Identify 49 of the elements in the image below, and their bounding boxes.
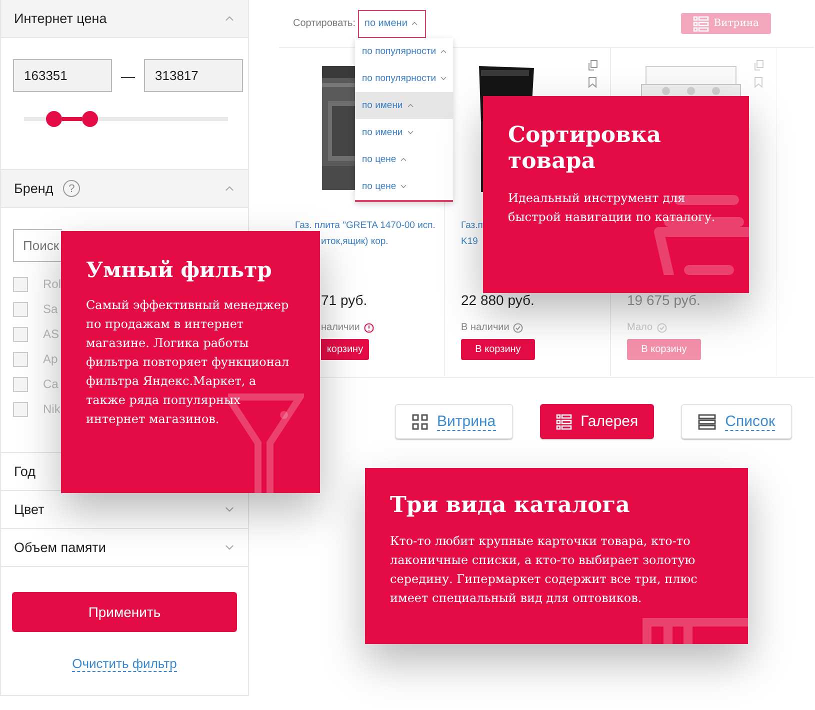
sort-option[interactable]: по имени [355,92,453,119]
range-dash: — [121,68,135,84]
add-to-cart-button[interactable]: корзину [321,339,369,360]
add-to-cart-button[interactable]: В корзину [461,339,535,360]
help-icon[interactable]: ? [63,180,80,197]
promo-text: Кто-то любит крупные карточки товара, кто-то лаконичные списки, а кто-то выбирает золотую середину. Гипермаркет содержит все три, плюс имеет специальный вид для оптовиков. [390,533,698,608]
view-mode-button[interactable]: Галерея [540,404,654,439]
promo-text: Самый эффективный менеджер по продажам в интернет магазине. Логика работы фильтра повторяет функционал фильтра Яндекс.Маркет, а также ряда популярных интернет магазинов. [86,297,290,428]
brand-label: Ca [43,377,58,391]
brand-label: Ap [43,352,58,366]
stock-status: наличии [321,322,360,333]
brand-label: Sa [43,302,58,316]
sort-option[interactable]: по цене [355,146,453,173]
filter-section-header[interactable]: Интернет цена [1,0,248,38]
product-price: 19 675 руб. [627,292,700,308]
promo-title: Три вида каталога [390,492,631,518]
clear-filter-link[interactable]: Очистить фильтр [72,656,177,672]
sort-label: Сортировать: [293,18,356,29]
filter-section-title[interactable]: Цвет [14,502,44,517]
sort-option[interactable]: по цене [355,173,453,200]
promo-title: Сортировка товара [508,122,662,175]
apply-button[interactable]: Применить [12,592,237,632]
filter-section-title[interactable]: Объем памяти [14,540,106,555]
brand-label: AS [43,327,60,341]
filter-section-title: Бренд [14,181,54,196]
brand-label: Nik [43,402,60,416]
sort-option[interactable]: по популярности [355,65,453,92]
add-to-cart-button[interactable]: В корзину [627,339,701,360]
sort-select[interactable]: по имени [358,10,426,38]
sort-option[interactable]: по имени [355,119,453,146]
product-title[interactable]: иток,ящик) кор. [321,234,388,250]
stock-status: В наличии [461,322,510,333]
filter-section-title: Интернет цена [14,11,107,26]
brand-search-field[interactable]: Поиск [13,229,62,262]
min-price-field[interactable]: 163351 [13,59,112,92]
view-mode-button[interactable]: Список [681,404,792,439]
sort-option[interactable]: по популярности [355,38,453,65]
product-title[interactable]: Газ. плита "GRETA 1470-00 исп. [295,218,436,234]
promo-title: Умный фильтр [86,257,273,282]
brand-label: Rol [43,277,62,291]
filter-section-header[interactable]: Бренд ? [1,170,248,208]
product-title[interactable]: K19 [461,234,478,250]
filter-section-title[interactable]: Год [14,464,36,479]
product-price: 71 руб. [321,292,368,308]
view-mode-button[interactable]: Витрина [395,404,513,439]
product-price: 22 880 руб. [461,292,534,308]
promo-text: Идеальный инструмент для быстрой навигации по каталогу. [508,190,716,226]
product-title[interactable]: Газ.п [461,218,483,234]
max-price-field[interactable]: 313817 [144,59,243,92]
